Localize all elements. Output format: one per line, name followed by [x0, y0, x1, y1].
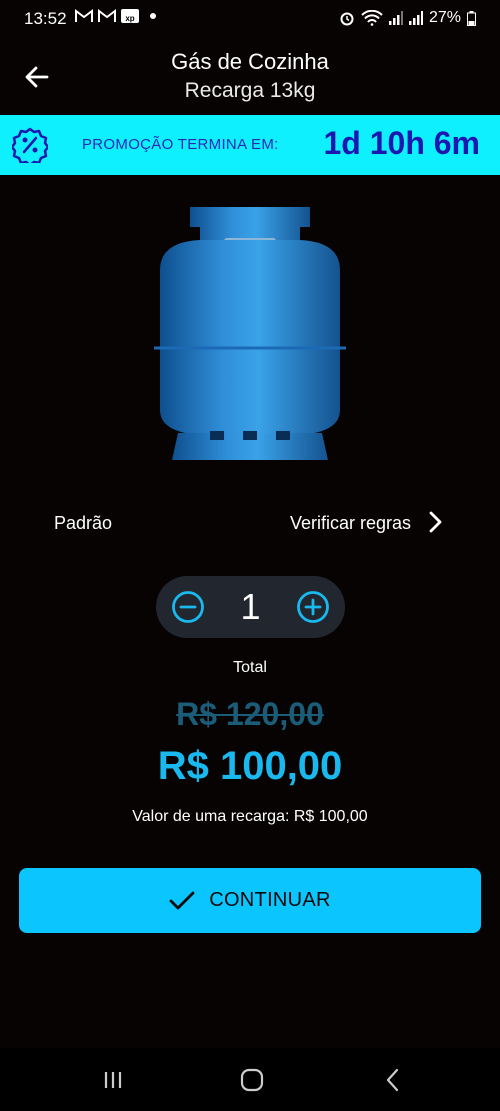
- gas-cylinder-image: [154, 207, 346, 460]
- gmail-icon: [75, 9, 93, 22]
- battery-percent: 27%: [428, 9, 461, 26]
- signal-icon: [388, 11, 403, 25]
- recent-apps-icon[interactable]: [98, 1066, 128, 1094]
- wifi-icon: [361, 10, 383, 26]
- old-price: R$ 120,00: [176, 696, 324, 732]
- back-icon[interactable]: [378, 1066, 408, 1094]
- signal-icon: [408, 11, 423, 25]
- system-nav-bar: [0, 1048, 500, 1111]
- total-label: Total: [233, 659, 267, 676]
- variant-label: Padrão: [54, 513, 113, 533]
- header: Gás de Cozinha Recarga 13kg: [0, 46, 500, 110]
- dot-icon: [150, 13, 156, 19]
- promo-banner: PROMOÇÃO TERMINA EM: 1d 10h 6m: [0, 115, 500, 175]
- check-icon: [169, 891, 195, 909]
- plus-circle-icon[interactable]: [296, 590, 330, 624]
- status-bar: 13:52 xp 27%: [0, 0, 500, 36]
- notification-icons: xp: [75, 9, 156, 23]
- alarm-icon: [340, 12, 354, 26]
- chevron-right-icon[interactable]: [426, 509, 444, 535]
- promo-timer: 1d 10h 6m: [323, 125, 480, 161]
- status-time: 13:52: [24, 9, 67, 28]
- unit-price: Valor de uma recarga: R$ 100,00: [132, 808, 368, 825]
- continue-button[interactable]: CONTINUAR: [19, 868, 481, 933]
- home-icon[interactable]: [237, 1066, 267, 1094]
- battery-icon: [467, 10, 476, 26]
- xp-icon: xp: [121, 9, 139, 23]
- page-title: Gás de Cozinha: [171, 49, 329, 74]
- page-subtitle: Recarga 13kg: [184, 79, 316, 102]
- continue-label: CONTINUAR: [209, 889, 331, 911]
- variant-row: Padrão Verificar regras: [0, 505, 500, 541]
- quantity-stepper: 1: [156, 576, 345, 638]
- promo-label: PROMOÇÃO TERMINA EM:: [82, 136, 279, 153]
- verify-rules-link[interactable]: Verificar regras: [290, 513, 411, 534]
- percent-badge-icon: [12, 127, 48, 163]
- status-right: 27%: [339, 9, 476, 27]
- gmail-icon: [98, 9, 116, 22]
- new-price: R$ 100,00: [157, 744, 343, 788]
